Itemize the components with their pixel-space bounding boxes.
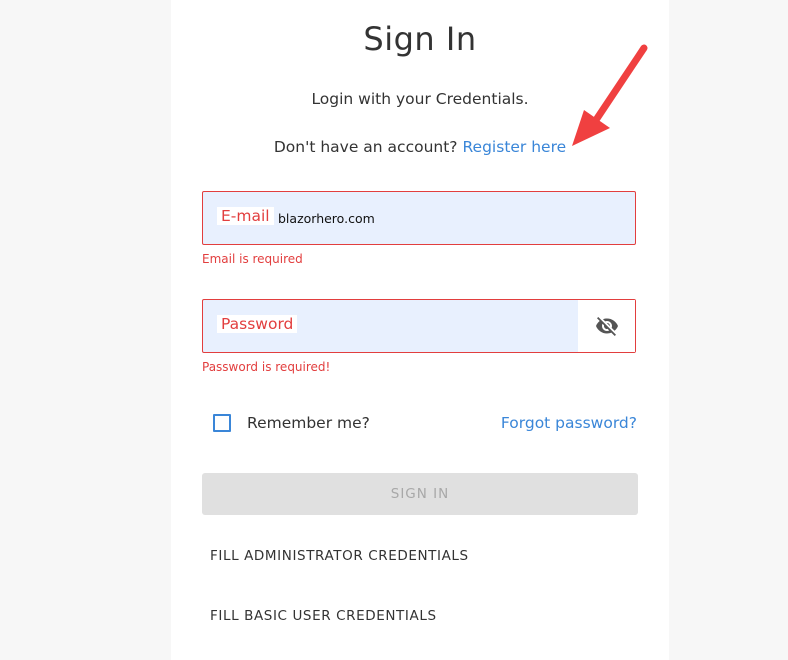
register-prompt: Don't have an account? [273,138,458,156]
sign-in-button[interactable]: SIGN IN [202,473,638,515]
fill-admin-credentials-button[interactable]: FILL ADMINISTRATOR CREDENTIALS [202,539,477,573]
remember-me-label: Remember me? [247,414,370,432]
eye-off-icon [595,317,618,336]
password-label: Password [217,315,298,333]
page-subtitle: Login with your Credentials. [311,90,529,108]
email-value: blazorhero.com [278,211,375,226]
password-visibility-toggle[interactable] [578,300,635,352]
checkbox-box[interactable] [213,414,231,432]
remember-me-checkbox[interactable]: Remember me? [213,414,370,432]
fill-basic-user-credentials-button[interactable]: FILL BASIC USER CREDENTIALS [202,599,445,633]
login-card: Sign In Login with your Credentials. Don… [171,0,669,660]
page-title: Sign In [363,20,477,58]
email-field[interactable]: E-mail blazorhero.com [202,191,636,245]
register-prompt-line: Don't have an account? Register here [171,138,669,156]
email-error: Email is required [202,252,303,266]
password-error: Password is required! [202,360,331,374]
register-link[interactable]: Register here [462,138,566,156]
email-label: E-mail [217,207,274,225]
password-field[interactable]: Password [202,299,636,353]
forgot-password-link[interactable]: Forgot password? [501,414,637,432]
